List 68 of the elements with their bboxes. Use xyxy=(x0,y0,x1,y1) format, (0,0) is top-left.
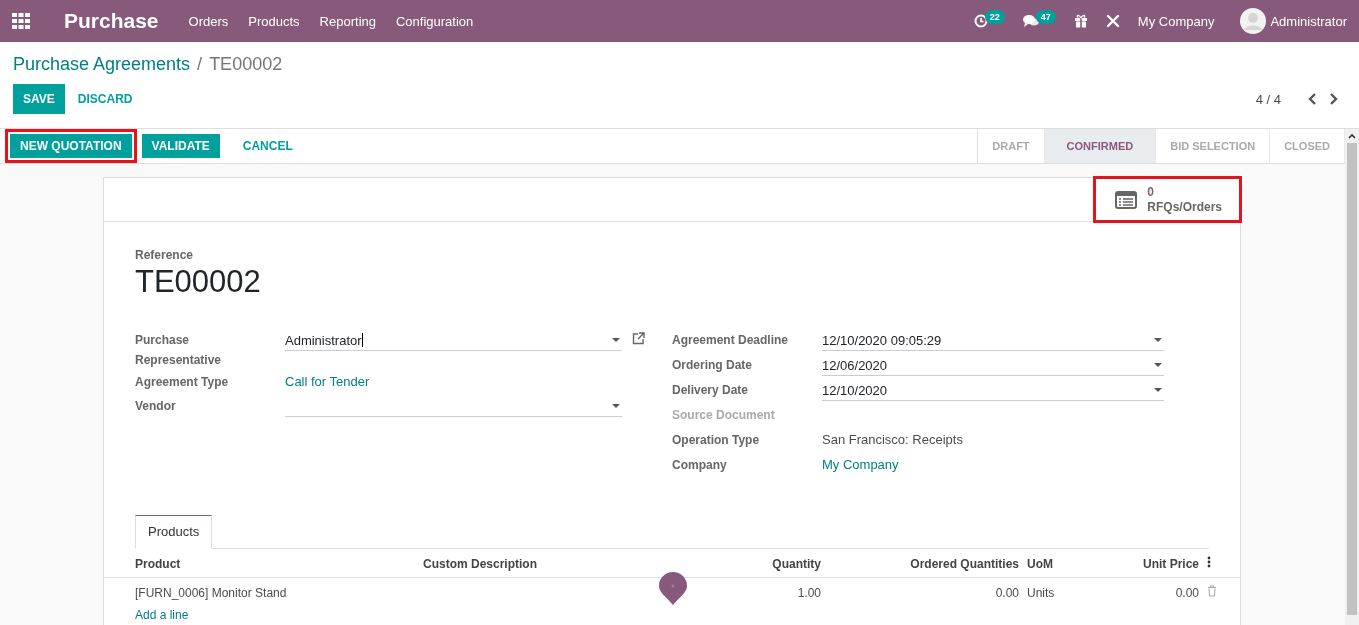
dropdown-caret-icon xyxy=(1154,363,1162,367)
table-cell: 1.00 xyxy=(797,585,821,600)
activity-count-badge: 22 xyxy=(984,10,1005,24)
menu-item[interactable]: Reporting xyxy=(319,13,376,29)
field-link[interactable]: My Company xyxy=(822,455,899,475)
apps-grid-icon[interactable] xyxy=(12,13,30,29)
list-icon xyxy=(1115,190,1138,209)
menu-item[interactable]: Products xyxy=(248,13,300,29)
dropdown-caret-icon xyxy=(1154,388,1162,392)
pager-value: 4 / 4 xyxy=(1255,91,1281,107)
table-cell: 0.00 xyxy=(1175,585,1199,600)
scroll-thumb[interactable] xyxy=(1347,143,1357,615)
column-header[interactable]: Ordered Quantities xyxy=(825,549,1023,578)
column-header[interactable]: UoM xyxy=(1023,549,1121,578)
field-label: Agreement Type xyxy=(135,374,230,391)
column-header[interactable]: Unit Price xyxy=(1121,549,1203,578)
action-button[interactable]: NEW QUOTATION xyxy=(10,134,132,158)
field-label: Purchase Representative xyxy=(135,332,223,369)
reference-title: TE00002 xyxy=(135,264,261,300)
clock-icon[interactable] xyxy=(973,14,988,28)
app-title: Purchase xyxy=(64,9,159,33)
breadcrumb-separator: / xyxy=(197,54,203,75)
field-label: Operation Type xyxy=(672,432,761,449)
add-line-link[interactable]: Add a line xyxy=(135,608,189,622)
external-link-icon[interactable] xyxy=(632,332,645,345)
field-label: Agreement Deadline xyxy=(672,332,790,349)
breadcrumb-current: TE00002 xyxy=(209,54,283,75)
discard-button[interactable]: DISCARD xyxy=(67,84,143,114)
notebook-tab[interactable]: Products xyxy=(135,515,213,549)
scroll-up-icon[interactable] xyxy=(1348,133,1356,139)
dropdown-caret-icon xyxy=(1154,338,1162,342)
message-count-badge: 47 xyxy=(1035,10,1056,24)
field-label: Company xyxy=(672,457,728,474)
dropdown-caret-icon xyxy=(612,338,620,342)
previous-icon[interactable] xyxy=(1307,92,1317,106)
save-button[interactable]: SAVE xyxy=(13,84,65,114)
menu-item[interactable]: Configuration xyxy=(396,13,474,29)
table-cell: 0.00 xyxy=(995,585,1019,600)
field-value: San Francisco: Receipts xyxy=(822,431,963,449)
next-icon[interactable] xyxy=(1329,92,1339,106)
dropdown-caret-icon xyxy=(612,404,620,408)
field-label: Source Document xyxy=(672,407,776,424)
date-field[interactable]: 12/06/2020 xyxy=(822,355,1164,376)
avatar-icon[interactable] xyxy=(1240,8,1267,34)
field-label: Ordering Date xyxy=(672,357,753,374)
breadcrumb-link[interactable]: Purchase Agreements xyxy=(13,54,191,75)
field-label: Reference xyxy=(135,248,194,262)
date-field[interactable]: 12/10/2020 xyxy=(822,380,1164,401)
scrollbar[interactable] xyxy=(1345,129,1359,625)
status-stage[interactable]: CONFIRMED xyxy=(1044,129,1157,163)
user-menu[interactable]: Administrator xyxy=(1270,13,1347,29)
table-cell: [FURN_0006] Monitor Stand xyxy=(135,585,287,600)
table-cell: Units xyxy=(1027,585,1055,600)
field-link[interactable]: Call for Tender xyxy=(285,372,370,392)
field-label: Vendor xyxy=(135,398,177,415)
select-field[interactable]: Administrator xyxy=(285,330,622,351)
field-label: Delivery Date xyxy=(672,382,750,399)
more-options-icon[interactable] xyxy=(1207,556,1211,568)
company-switcher[interactable]: My Company xyxy=(1137,13,1215,29)
gift-icon[interactable] xyxy=(1073,14,1088,28)
cancel-button[interactable]: CANCEL xyxy=(232,134,303,158)
column-header[interactable]: Quantity xyxy=(707,549,825,578)
date-field[interactable]: 12/10/2020 09:05:29 xyxy=(822,330,1164,351)
chat-bubbles-icon[interactable] xyxy=(1022,14,1039,28)
action-button[interactable]: VALIDATE xyxy=(141,134,220,158)
column-header[interactable]: Product xyxy=(104,549,419,578)
rfqs-smart-button[interactable]: 0 RFQs/Orders xyxy=(1095,178,1240,221)
menu-item[interactable]: Orders xyxy=(188,13,229,29)
